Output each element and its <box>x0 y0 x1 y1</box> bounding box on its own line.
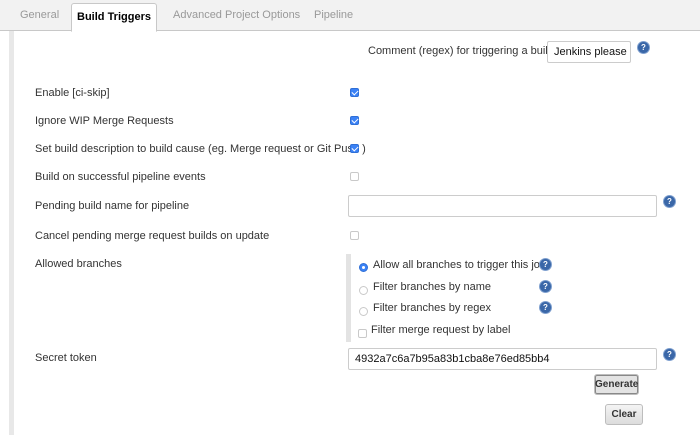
secret-token-input[interactable]: 4932a7c6a7b95a83b1cba8e76ed85bb4 <box>348 348 657 370</box>
radio-allow-all-branches[interactable] <box>359 263 368 272</box>
tab-build-triggers[interactable]: Build Triggers <box>71 3 157 32</box>
help-icon[interactable]: ? <box>540 302 551 313</box>
help-icon[interactable]: ? <box>664 196 675 207</box>
tab-pipeline[interactable]: Pipeline <box>314 0 353 31</box>
pending-build-name-label: Pending build name for pipeline <box>35 200 190 212</box>
help-icon[interactable]: ? <box>638 42 649 53</box>
pending-build-name-input[interactable] <box>348 195 657 217</box>
filter-by-label-checkbox[interactable] <box>358 329 367 338</box>
ci-skip-label: Enable [ci-skip] <box>35 87 110 99</box>
secret-token-label: Secret token <box>35 352 97 364</box>
build-description-checkbox[interactable] <box>350 144 359 153</box>
tab-bar: General Build Triggers Advanced Project … <box>0 0 700 32</box>
radio-filter-by-name[interactable] <box>359 286 368 295</box>
filter-by-name-label: Filter branches by name <box>373 281 491 293</box>
comment-regex-label: Comment (regex) for triggering a build <box>368 45 554 57</box>
filter-by-regex-label: Filter branches by regex <box>373 302 491 314</box>
build-description-label: Set build description to build cause (eg… <box>35 143 366 155</box>
cancel-pending-label: Cancel pending merge request builds on u… <box>35 230 270 242</box>
ignore-wip-label: Ignore WIP Merge Requests <box>35 115 174 127</box>
tab-general[interactable]: General <box>20 0 59 31</box>
clear-button[interactable]: Clear <box>605 404 643 425</box>
help-icon[interactable]: ? <box>664 349 675 360</box>
help-icon[interactable]: ? <box>540 281 551 292</box>
ci-skip-checkbox[interactable] <box>350 88 359 97</box>
allowed-branches-label: Allowed branches <box>35 258 122 270</box>
ignore-wip-checkbox[interactable] <box>350 116 359 125</box>
tab-advanced-project-options[interactable]: Advanced Project Options <box>173 0 300 31</box>
radio-filter-by-regex[interactable] <box>359 307 368 316</box>
filter-by-label-label: Filter merge request by label <box>371 324 511 336</box>
comment-regex-input[interactable]: Jenkins please retry a build <box>547 41 631 63</box>
pipeline-events-label: Build on successful pipeline events <box>35 171 206 183</box>
help-icon[interactable]: ? <box>540 259 551 270</box>
generate-button[interactable]: Generate <box>594 374 639 395</box>
pipeline-events-checkbox[interactable] <box>350 172 359 181</box>
allow-all-branches-label: Allow all branches to trigger this job <box>373 259 547 271</box>
cancel-pending-checkbox[interactable] <box>350 231 359 240</box>
